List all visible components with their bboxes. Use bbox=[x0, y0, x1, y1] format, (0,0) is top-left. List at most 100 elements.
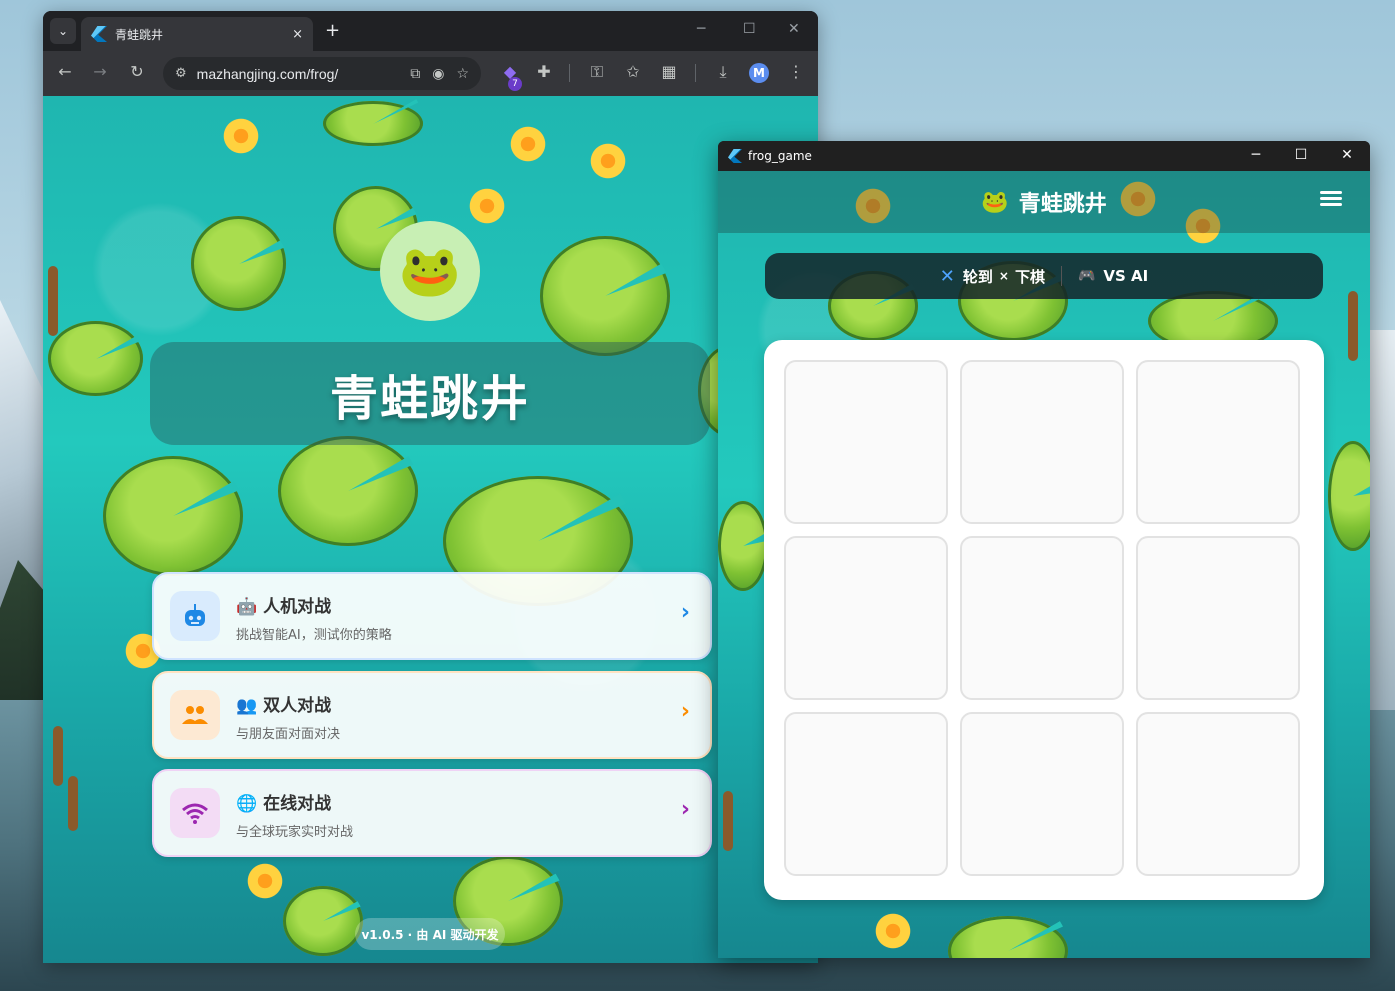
title-card: 青蛙跳井 bbox=[150, 342, 710, 445]
chevron-right-icon: › bbox=[680, 797, 690, 822]
flutter-favicon-icon bbox=[91, 26, 107, 42]
chevron-down-icon: ⌄ bbox=[57, 24, 69, 38]
lily-pad bbox=[283, 886, 363, 956]
turn-action: 下棋 bbox=[1014, 267, 1045, 286]
reload-icon[interactable]: ↻ bbox=[126, 62, 148, 81]
window-titlebar: frog_game ─ ☐ ✕ bbox=[718, 141, 1370, 171]
bookmark-star-icon[interactable]: ☆ bbox=[456, 66, 469, 82]
lily-pad bbox=[323, 101, 423, 146]
browser-tab[interactable]: 青蛙跳井 × bbox=[81, 17, 313, 51]
lotus-flower-icon bbox=[873, 911, 913, 951]
smart-toy-icon bbox=[170, 591, 220, 641]
mode-subtitle: 挑战智能AI，测试你的策略 bbox=[236, 628, 392, 643]
minimize-icon[interactable]: ─ bbox=[1246, 147, 1266, 163]
lotus-flower-icon bbox=[508, 124, 548, 164]
lily-pad bbox=[540, 236, 670, 356]
close-tab-icon[interactable]: × bbox=[292, 27, 303, 42]
turn-status-bar: ✕ 轮到 × 下棋 🎮 VS AI bbox=[765, 253, 1323, 299]
board-cell-1[interactable] bbox=[784, 360, 948, 524]
mode-label: VS AI bbox=[1103, 267, 1149, 285]
chevron-right-icon: › bbox=[680, 600, 690, 625]
tab-search-button[interactable]: ⌄ bbox=[50, 18, 76, 44]
hamburger-menu-icon[interactable] bbox=[1320, 191, 1342, 207]
frog-logo: 🐸 bbox=[380, 221, 480, 321]
browser-toolbar: ← → ↻ ⚙ mazhangjing.com/frog/ ⧉ ◉ ☆ ◆ 7 … bbox=[43, 51, 818, 96]
board-cell-9[interactable] bbox=[1136, 712, 1300, 876]
gamepad-icon: 🎮 bbox=[1077, 268, 1096, 284]
download-icon[interactable]: ⤓ bbox=[712, 62, 734, 82]
tab-strip: ⌄ 青蛙跳井 × + ─ ☐ ✕ bbox=[43, 11, 818, 51]
profile-avatar[interactable]: M bbox=[749, 63, 769, 83]
mode-subtitle: 与全球玩家实时对战 bbox=[236, 825, 354, 840]
page-title: 青蛙跳井 bbox=[329, 370, 530, 427]
flutter-logo-icon bbox=[728, 149, 742, 163]
frog-icon: 🐸 bbox=[981, 189, 1009, 215]
star-list-icon[interactable]: ✩ bbox=[622, 62, 644, 81]
lily-pad bbox=[48, 321, 143, 396]
key-icon[interactable]: ⚿ bbox=[586, 62, 608, 82]
mode-title: 👥 双人对战 bbox=[236, 696, 332, 716]
cattail-reed bbox=[1348, 291, 1358, 361]
lily-pad bbox=[1328, 441, 1370, 551]
address-bar[interactable]: ⚙ mazhangjing.com/frog/ ⧉ ◉ ☆ bbox=[163, 57, 481, 90]
lily-pad bbox=[103, 456, 243, 576]
minimize-icon[interactable]: ─ bbox=[697, 21, 705, 37]
lily-pad bbox=[718, 501, 768, 591]
toolbar-divider bbox=[695, 64, 696, 82]
lotus-flower-icon bbox=[245, 861, 285, 901]
new-tab-button[interactable]: + bbox=[325, 20, 340, 41]
board-cell-7[interactable] bbox=[784, 712, 948, 876]
status-divider bbox=[1060, 266, 1062, 286]
lotus-flower-icon bbox=[221, 116, 261, 156]
url-text: mazhangjing.com/frog/ bbox=[196, 65, 339, 82]
mode-card-vs-ai[interactable]: 🤖 人机对战 挑战智能AI，测试你的策略 › bbox=[152, 572, 712, 660]
lotus-flower-icon bbox=[588, 141, 628, 181]
toolbar-divider bbox=[569, 64, 570, 82]
window-title: frog_game bbox=[748, 149, 812, 163]
people-icon bbox=[170, 690, 220, 740]
mode-card-online[interactable]: 🌐 在线对战 与全球玩家实时对战 › bbox=[152, 769, 712, 857]
lotus-flower-icon bbox=[467, 186, 507, 226]
lily-pad bbox=[948, 916, 1068, 958]
forward-icon[interactable]: → bbox=[89, 62, 111, 81]
maximize-icon[interactable]: ☐ bbox=[1291, 147, 1311, 163]
more-menu-icon[interactable]: ⋮ bbox=[785, 62, 807, 81]
board-cell-3[interactable] bbox=[1136, 360, 1300, 524]
browser-window: ⌄ 青蛙跳井 × + ─ ☐ ✕ ← → ↻ ⚙ mazhangjing.com… bbox=[43, 11, 818, 963]
game-pond-background: 🐸 青蛙跳井 ✕ 轮到 × 下棋 🎮 VS AI bbox=[718, 171, 1370, 958]
chevron-right-icon: › bbox=[680, 699, 690, 724]
cattail-reed bbox=[723, 791, 733, 851]
turn-label: 轮到 bbox=[962, 267, 993, 286]
wifi-icon bbox=[170, 788, 220, 838]
eye-icon[interactable]: ◉ bbox=[432, 66, 444, 82]
cattail-reed bbox=[48, 266, 58, 336]
cattail-reed bbox=[53, 726, 63, 786]
close-window-icon[interactable]: ✕ bbox=[1337, 147, 1357, 163]
maximize-icon[interactable]: ☐ bbox=[743, 21, 756, 37]
back-icon[interactable]: ← bbox=[54, 62, 76, 81]
board-cell-4[interactable] bbox=[784, 536, 948, 700]
board-cell-5[interactable] bbox=[960, 536, 1124, 700]
lily-pad bbox=[191, 216, 286, 311]
game-window: frog_game ─ ☐ ✕ 🐸 青蛙跳井 ✕ 轮到 × 下棋 🎮 VS AI bbox=[718, 141, 1370, 958]
turn-piece: × bbox=[998, 269, 1009, 283]
puzzle-icon[interactable]: ✚ bbox=[533, 62, 555, 81]
app-bar: 🐸 青蛙跳井 bbox=[718, 171, 1370, 233]
qr-code-icon[interactable]: ▦ bbox=[658, 62, 680, 81]
game-board bbox=[764, 340, 1324, 900]
pond-background: 🐸 青蛙跳井 🤖 人机对战 挑战智能AI，测试你的策略 › 👥 双人对战 与朋友… bbox=[43, 96, 818, 963]
mode-subtitle: 与朋友面对面对决 bbox=[236, 727, 341, 742]
mode-card-two-player[interactable]: 👥 双人对战 与朋友面对面对决 › bbox=[152, 671, 712, 759]
board-cell-2[interactable] bbox=[960, 360, 1124, 524]
install-app-icon[interactable]: ⧉ bbox=[410, 66, 420, 82]
app-title: 青蛙跳井 bbox=[1018, 192, 1107, 217]
board-cell-6[interactable] bbox=[1136, 536, 1300, 700]
tab-title: 青蛙跳井 bbox=[115, 27, 164, 42]
board-cell-8[interactable] bbox=[960, 712, 1124, 876]
version-badge: v1.0.5 · 由 AI 驱动开发 bbox=[355, 918, 505, 950]
player-x-icon: ✕ bbox=[939, 265, 955, 287]
site-settings-icon[interactable]: ⚙ bbox=[175, 66, 187, 81]
cattail-reed bbox=[68, 776, 78, 831]
close-window-icon[interactable]: ✕ bbox=[788, 21, 800, 37]
mode-title: 🤖 人机对战 bbox=[236, 597, 332, 617]
